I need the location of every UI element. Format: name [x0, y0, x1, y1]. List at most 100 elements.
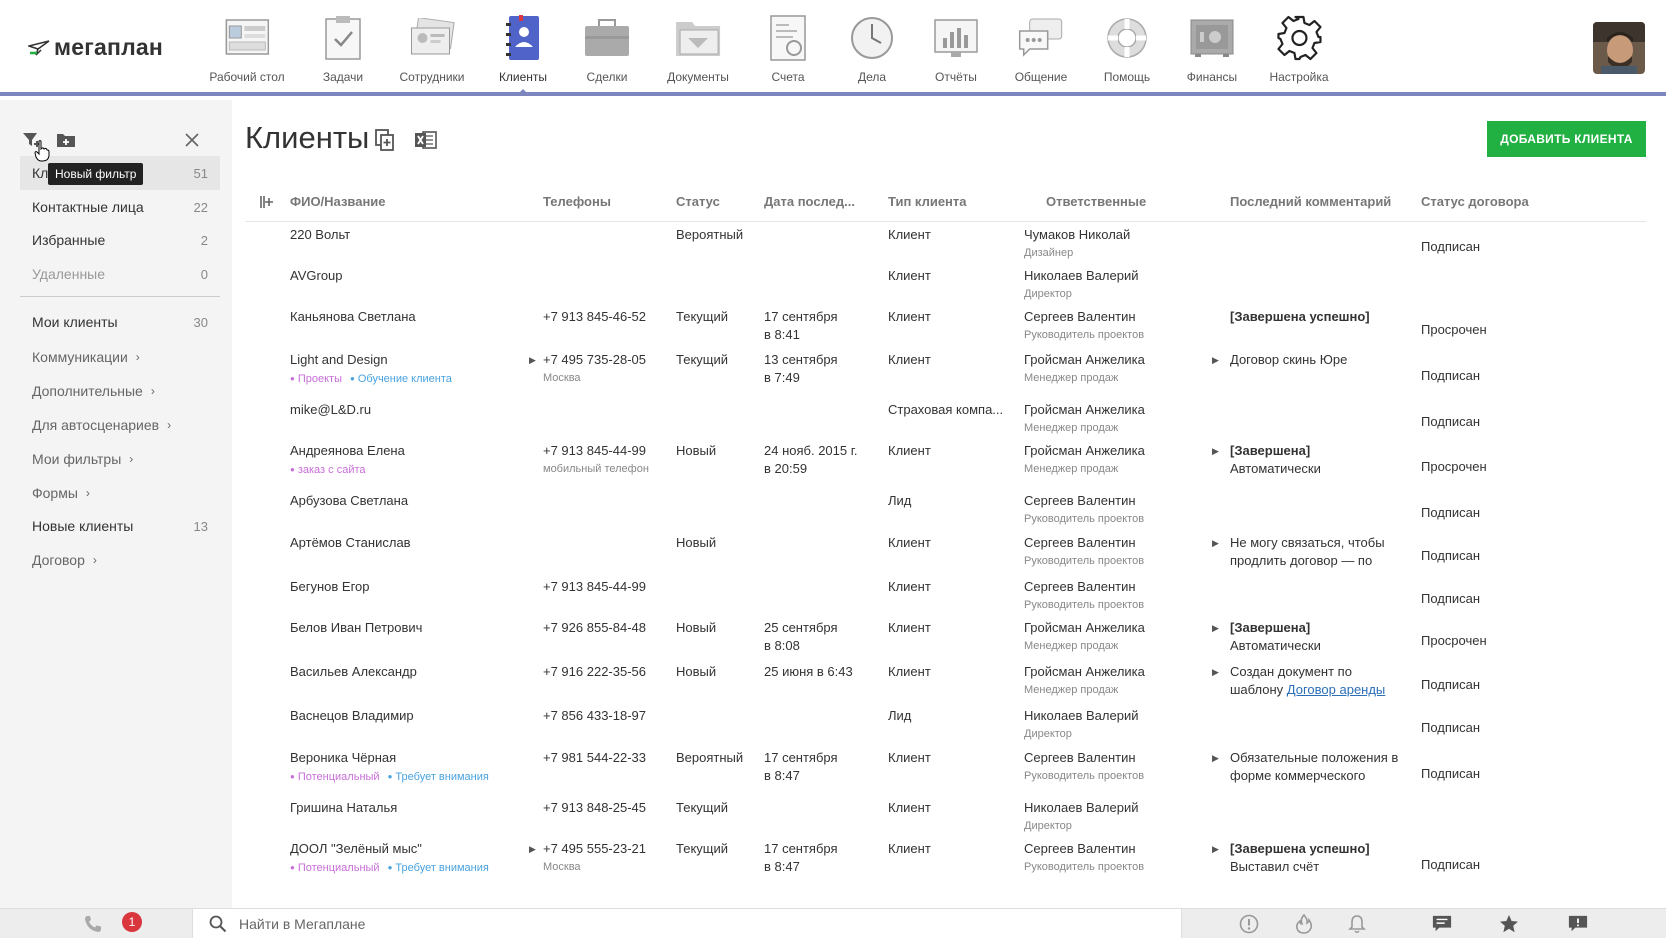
sidebar-group-communications[interactable]: Коммуникации ›: [20, 340, 220, 374]
column-header-contract-status[interactable]: Статус договора: [1421, 194, 1529, 209]
client-tag[interactable]: Потенциальный: [290, 771, 380, 783]
phone-number[interactable]: +7 856 433-18-97: [543, 707, 646, 725]
table-row[interactable]: Белов Иван Петрович +7 926 855-84-48 Новый…: [245, 615, 1646, 659]
client-name[interactable]: Арбузова Светлана: [290, 492, 408, 510]
column-header-last-date[interactable]: Дата послед...: [764, 194, 855, 209]
nav-item-chat[interactable]: Общение: [1015, 12, 1067, 90]
sidebar-group-autoscenarios[interactable]: Для автосценариев ›: [20, 408, 220, 442]
client-name[interactable]: Вероника Чёрная: [290, 749, 497, 767]
expand-arrow-icon[interactable]: ▶: [529, 844, 536, 855]
messages-button[interactable]: [1432, 914, 1452, 934]
client-name[interactable]: Артёмов Станислав: [290, 534, 411, 552]
expand-arrow-icon[interactable]: ▶: [529, 355, 536, 366]
nav-item-documents[interactable]: Документы: [667, 12, 729, 90]
nav-item-safe[interactable]: Финансы: [1186, 12, 1238, 90]
table-row[interactable]: Артёмов Станислав Новый Клиент Сергеев Вале…: [245, 530, 1646, 574]
client-tag[interactable]: Требует внимания: [388, 862, 489, 874]
responsible-name[interactable]: Сергеев Валентин: [1024, 492, 1144, 510]
expand-comment-icon[interactable]: ▶: [1212, 355, 1219, 366]
client-name[interactable]: Васильев Александр: [290, 663, 417, 681]
sidebar-item-favorites[interactable]: Избранные 2: [20, 223, 220, 257]
table-row[interactable]: 220 Вольт Вероятный Клиент Чумаков Николай Д…: [245, 222, 1646, 263]
responsible-name[interactable]: Гройсман Анжелика: [1024, 442, 1145, 460]
phone-button[interactable]: [84, 915, 102, 936]
table-row[interactable]: Васнецов Владимир +7 856 433-18-97 Лид Нико…: [245, 703, 1646, 745]
expand-comment-icon[interactable]: ▶: [1212, 667, 1219, 678]
column-header-client-type[interactable]: Тип клиента: [888, 194, 967, 209]
table-row[interactable]: Васильев Александр +7 916 222-35-56 Новый 2…: [245, 659, 1646, 703]
expand-comment-icon[interactable]: ▶: [1212, 844, 1219, 855]
nav-item-invoices[interactable]: Счета: [762, 12, 814, 90]
table-row[interactable]: Гришина Наталья +7 913 848-25-45 Текущий Кл…: [245, 795, 1646, 836]
responsible-name[interactable]: Сергеев Валентин: [1024, 578, 1144, 596]
nav-item-tasks[interactable]: Задачи: [317, 12, 369, 90]
favorites-button[interactable]: [1499, 914, 1519, 934]
copy-list-button[interactable]: [373, 128, 397, 152]
client-name[interactable]: Каньянова Светлана: [290, 308, 416, 326]
feedback-button[interactable]: [1568, 914, 1588, 934]
export-excel-button[interactable]: [414, 128, 438, 152]
phone-number[interactable]: +7 495 735-28-05: [543, 351, 646, 369]
column-header-name[interactable]: ФИО/Название: [290, 194, 386, 209]
phone-number[interactable]: +7 913 848-25-45: [543, 799, 646, 817]
client-name[interactable]: AVGroup: [290, 267, 343, 285]
expand-comment-icon[interactable]: ▶: [1212, 753, 1219, 764]
expand-comment-icon[interactable]: ▶: [1212, 446, 1219, 457]
phone-number[interactable]: +7 926 855-84-48: [543, 619, 646, 637]
column-header-phones[interactable]: Телефоны: [543, 194, 611, 209]
client-tag[interactable]: Обучение клиента: [350, 373, 452, 385]
sidebar-item-my-clients[interactable]: Мои клиенты 30: [20, 305, 220, 339]
responsible-name[interactable]: Гройсман Анжелика: [1024, 401, 1145, 419]
expand-comment-icon[interactable]: ▶: [1212, 623, 1219, 634]
table-row[interactable]: ДООЛ "Зелёный мыс" Потенциальный Требует в…: [245, 836, 1646, 886]
nav-item-gear[interactable]: Настройка: [1269, 12, 1329, 90]
client-name[interactable]: ДООЛ "Зелёный мыс": [290, 840, 497, 858]
table-row[interactable]: Бегунов Егор +7 913 845-44-99 Клиент Сергее…: [245, 574, 1646, 615]
sidebar-group-forms[interactable]: Формы ›: [20, 476, 220, 510]
column-header-responsible[interactable]: Ответственные: [1046, 194, 1146, 209]
responsible-name[interactable]: Николаев Валерий: [1024, 267, 1138, 285]
column-header-last-comment[interactable]: Последний комментарий: [1230, 194, 1391, 209]
user-avatar[interactable]: [1593, 22, 1645, 74]
client-tag[interactable]: Потенциальный: [290, 862, 380, 874]
nav-item-desktop[interactable]: Рабочий стол: [209, 12, 285, 90]
responsible-name[interactable]: Гройсман Анжелика: [1024, 351, 1145, 369]
responsible-name[interactable]: Гройсман Анжелика: [1024, 619, 1145, 637]
client-name[interactable]: Бегунов Егор: [290, 578, 370, 596]
sidebar-group-contract[interactable]: Договор ›: [20, 543, 220, 577]
responsible-name[interactable]: Сергеев Валентин: [1024, 534, 1144, 552]
alerts-button[interactable]: [1239, 914, 1259, 934]
phone-number[interactable]: +7 913 845-44-99: [543, 442, 649, 460]
responsible-name[interactable]: Николаев Валерий: [1024, 707, 1138, 725]
nav-item-lifebuoy[interactable]: Помощь: [1101, 12, 1153, 90]
client-name[interactable]: mike@L&D.ru: [290, 401, 371, 419]
table-row[interactable]: Каньянова Светлана +7 913 845-46-52 Текущи…: [245, 304, 1646, 347]
client-name[interactable]: Белов Иван Петрович: [290, 619, 422, 637]
table-row[interactable]: AVGroup Клиент Николаев Валерий Директор: [245, 263, 1646, 304]
client-name[interactable]: Васнецов Владимир: [290, 707, 414, 725]
column-settings-icon[interactable]: [259, 194, 275, 210]
client-name[interactable]: Гришина Наталья: [290, 799, 397, 817]
phone-number[interactable]: +7 981 544-22-33: [543, 749, 646, 767]
sidebar-group-my-filters[interactable]: Мои фильтры ›: [20, 442, 220, 476]
nav-item-deals[interactable]: Сделки: [581, 12, 633, 90]
phone-number[interactable]: +7 913 845-44-99: [543, 578, 646, 596]
notification-badge[interactable]: 1: [122, 912, 142, 932]
client-tag[interactable]: Проекты: [290, 373, 342, 385]
responsible-name[interactable]: Сергеев Валентин: [1024, 749, 1144, 767]
comment-document-link[interactable]: Договор аренды: [1287, 682, 1386, 697]
new-folder-button[interactable]: [54, 128, 78, 152]
search-input[interactable]: [239, 916, 1139, 932]
sidebar-item-contacts[interactable]: Контактные лица 22: [20, 190, 220, 224]
client-name[interactable]: 220 Вольт: [290, 226, 350, 244]
responsible-name[interactable]: Гройсман Анжелика: [1024, 663, 1145, 681]
client-tag[interactable]: Требует внимания: [388, 771, 489, 783]
close-sidebar-button[interactable]: [180, 128, 204, 152]
phone-number[interactable]: +7 495 555-23-21: [543, 840, 646, 858]
add-client-button[interactable]: ДОБАВИТЬ КЛИЕНТА: [1487, 121, 1646, 157]
table-row[interactable]: mike@L&D.ru Страховая компа... Гройсман Ан…: [245, 397, 1646, 438]
table-row[interactable]: Вероника Чёрная Потенциальный Требует вним…: [245, 745, 1646, 795]
expand-comment-icon[interactable]: ▶: [1212, 538, 1219, 549]
sidebar-item-new-clients[interactable]: Новые клиенты 13: [20, 509, 220, 543]
responsible-name[interactable]: Сергеев Валентин: [1024, 308, 1144, 326]
